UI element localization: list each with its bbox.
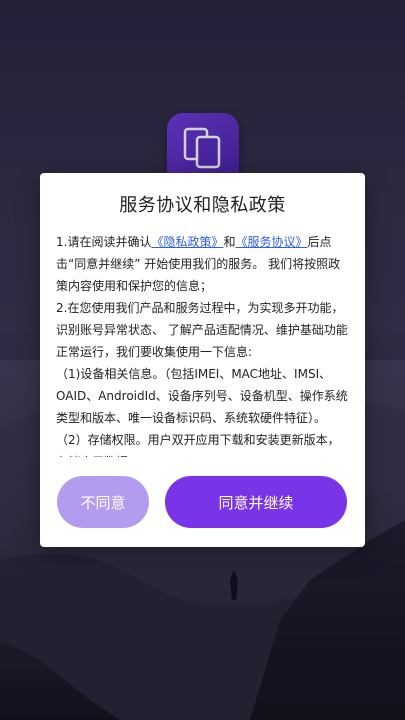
disagree-button[interactable]: 不同意 bbox=[57, 476, 149, 528]
dialog-body[interactable]: 1.请在阅读并确认《隐私政策》和《服务协议》后点击“同意并继续” 开始使用我们的… bbox=[56, 231, 351, 457]
paragraph-3: （1)设备相关信息。（包括IMEI、MAC地址、IMSI、OAID、Androi… bbox=[56, 367, 348, 425]
privacy-dialog: 服务协议和隐私政策 1.请在阅读并确认《隐私政策》和《服务协议》后点击“同意并继… bbox=[40, 173, 365, 547]
dialog-title: 服务协议和隐私政策 bbox=[119, 195, 286, 216]
paragraph-4: （2）存储权限。用户双开应用下载和安装更新版本，存储应用数据。 bbox=[56, 433, 340, 457]
service-agreement-link[interactable]: 《服务协议》 bbox=[235, 235, 307, 249]
and-text: 和 bbox=[223, 235, 236, 249]
screen: 服务协议和隐私政策 1.请在阅读并确认《隐私政策》和《服务协议》后点击“同意并继… bbox=[0, 0, 405, 720]
agree-continue-button[interactable]: 同意并继续 bbox=[165, 476, 347, 528]
paragraph-2: 2.在您使用我们产品和服务过程中，为实现多开功能，识别账号异常状态、 了解产品适… bbox=[56, 301, 348, 359]
p1-prefix: 1.请在阅读并确认 bbox=[56, 235, 152, 249]
paragraph-1: 1.请在阅读并确认《隐私政策》和《服务协议》后点击“同意并继续” 开始使用我们的… bbox=[56, 231, 351, 297]
privacy-policy-link[interactable]: 《隐私政策》 bbox=[151, 235, 223, 249]
